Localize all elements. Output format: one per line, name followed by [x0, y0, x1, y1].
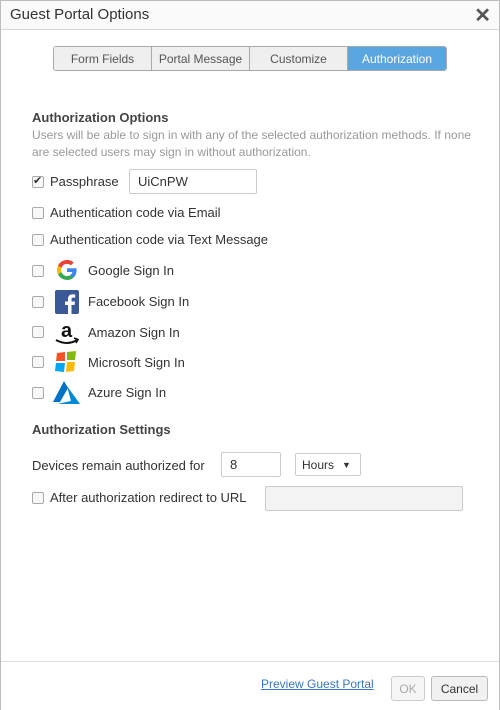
- azure-signin-checkbox[interactable]: [32, 387, 44, 399]
- microsoft-signin-checkbox[interactable]: [32, 356, 44, 368]
- authorization-settings-heading: Authorization Settings: [32, 422, 171, 437]
- google-signin-label: Google Sign In: [88, 263, 175, 278]
- auth-code-email-checkbox[interactable]: [32, 207, 44, 219]
- passphrase-checkbox[interactable]: [32, 174, 44, 188]
- redirect-url-label: After authorization redirect to URL: [50, 490, 247, 505]
- facebook-signin-checkbox[interactable]: [32, 296, 44, 308]
- preview-guest-portal-link[interactable]: Preview Guest Portal: [261, 677, 374, 691]
- svg-text:a: a: [61, 320, 73, 342]
- duration-unit-select[interactable]: Hours ▼: [295, 453, 361, 476]
- dialog-titlebar: Guest Portal Options ✕: [1, 1, 499, 30]
- tab-bar: Form Fields Portal Message Customize Aut…: [53, 46, 447, 71]
- tab-form-fields[interactable]: Form Fields: [54, 47, 152, 70]
- dialog-title: Guest Portal Options: [10, 6, 150, 23]
- microsoft-icon: [55, 351, 76, 372]
- devices-authorized-label: Devices remain authorized for: [32, 458, 205, 473]
- redirect-url-input[interactable]: [265, 486, 463, 511]
- tab-authorization[interactable]: Authorization: [348, 47, 446, 70]
- guest-portal-options-dialog: Guest Portal Options ✕ Form Fields Porta…: [0, 0, 500, 710]
- passphrase-label: Passphrase: [50, 174, 119, 189]
- amazon-signin-label: Amazon Sign In: [88, 325, 180, 340]
- microsoft-signin-label: Microsoft Sign In: [88, 355, 185, 370]
- passphrase-input[interactable]: UiCnPW: [129, 169, 257, 194]
- amazon-icon: a: [55, 320, 80, 344]
- tab-portal-message[interactable]: Portal Message: [152, 47, 250, 70]
- cancel-button[interactable]: Cancel: [431, 676, 488, 701]
- authorization-options-description: Users will be able to sign in with any o…: [32, 128, 471, 159]
- ok-button[interactable]: OK: [391, 676, 425, 701]
- amazon-signin-checkbox[interactable]: [32, 326, 44, 338]
- close-icon[interactable]: ✕: [474, 3, 491, 28]
- google-icon: [56, 259, 77, 281]
- azure-icon: [53, 381, 80, 404]
- auth-code-email-label: Authentication code via Email: [50, 205, 221, 220]
- duration-unit-value: Hours: [302, 457, 335, 472]
- azure-signin-label: Azure Sign In: [88, 385, 167, 400]
- auth-code-text-label: Authentication code via Text Message: [50, 232, 269, 247]
- google-signin-checkbox[interactable]: [32, 265, 44, 277]
- authorization-options-heading: Authorization Options: [32, 110, 169, 125]
- auth-code-text-checkbox[interactable]: [32, 234, 44, 246]
- redirect-url-checkbox[interactable]: [32, 492, 44, 504]
- chevron-down-icon: ▼: [342, 459, 351, 470]
- facebook-icon: [55, 290, 79, 314]
- facebook-signin-label: Facebook Sign In: [88, 294, 190, 309]
- tab-customize[interactable]: Customize: [250, 47, 348, 70]
- devices-duration-input[interactable]: 8: [221, 452, 281, 477]
